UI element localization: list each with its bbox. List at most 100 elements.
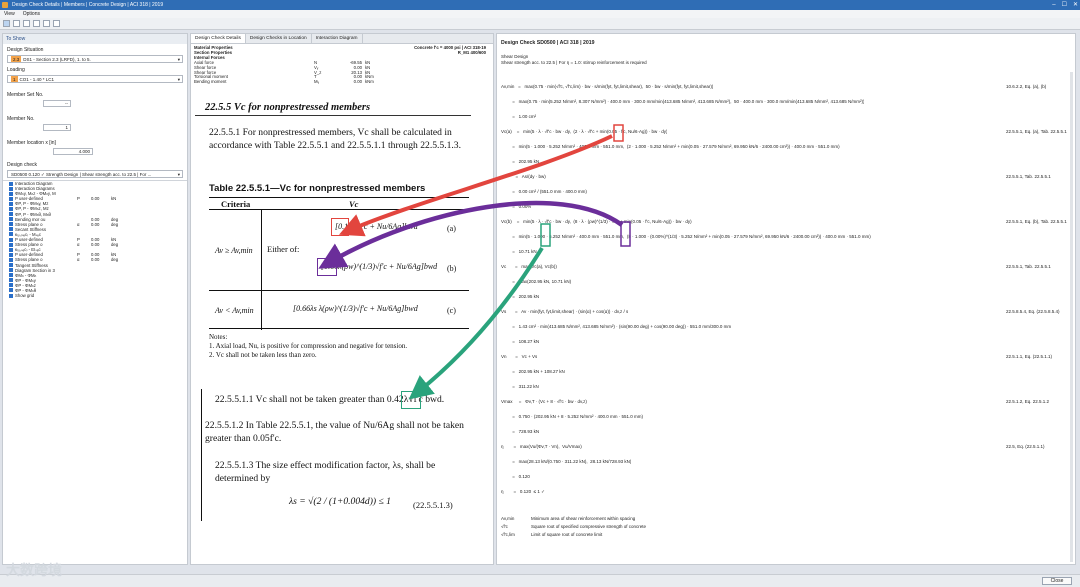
calc-expression: = 202.95 kN: [501, 294, 540, 299]
checkbox-icon[interactable]: [9, 201, 13, 206]
tree-row-symbol: [77, 293, 91, 298]
calc-expression: = 108.27 kN: [501, 339, 540, 344]
report-title: Design Check SD0500 | ACI 318 | 2019: [501, 40, 595, 46]
design-situation-label: Design Situation: [7, 47, 44, 53]
checkbox-icon[interactable]: [9, 247, 13, 252]
property-unit: [486, 56, 493, 61]
close-button[interactable]: Close: [1042, 577, 1072, 585]
checkbox-icon[interactable]: [9, 278, 13, 283]
calc-line: = 0.750 · (202.95 kN + 8 · 5.252 N/mm² ·…: [501, 414, 1071, 420]
checkbox-icon[interactable]: [9, 268, 13, 273]
calc-line: = 202.95 kN: [501, 159, 1071, 165]
calc-line: = max(28.13 kN/(0.750 · 311.22 kN), 28.1…: [501, 459, 1071, 465]
property-unit: kNm: [365, 79, 374, 85]
checkbox-icon[interactable]: [9, 232, 13, 237]
calc-line: Vmax = Φv,T · (Vc + 8 · √f'c · bw · dv,z…: [501, 399, 1071, 405]
note-2: 2. Vc shall not be taken less than zero.: [209, 351, 317, 359]
menu-bar: View Options: [0, 10, 1080, 18]
window-title: Design Check Details | Members | Concret…: [12, 2, 164, 8]
checkbox-icon[interactable]: [9, 283, 13, 288]
eq-c: [0.66λs λ(ρw)^(1/3)√f'c + Nu/6Ag]bwd: [293, 304, 418, 313]
calc-line: ρw = As/(dy · bw) 22.5.5.1, Tab. 22.5.5.1: [501, 174, 1071, 180]
units-icon[interactable]: [33, 20, 40, 27]
calc-expression: = 0.750 · (202.95 kN + 8 · 5.252 N/mm² ·…: [501, 414, 644, 419]
checkbox-icon[interactable]: [9, 186, 13, 191]
report-scrollbar[interactable]: [1070, 72, 1073, 562]
checkbox-icon[interactable]: [9, 288, 13, 293]
settings-icon[interactable]: [43, 20, 50, 27]
tab-design-checks-location[interactable]: Design Checks in Location: [246, 34, 312, 43]
property-symbol: Mᵧ: [314, 79, 319, 85]
lambda-equation: λs = √(2 / (1+0.004d)) ≤ 1: [289, 496, 391, 507]
calculation-report: Design Check SD0500 | ACI 318 | 2019 She…: [496, 33, 1076, 565]
design-check-label: Design check: [7, 162, 38, 168]
tab-design-check-details[interactable]: Design Check Details: [191, 34, 246, 43]
close-window-button[interactable]: ✕: [1073, 0, 1078, 10]
paragraph-22-5-5-1-1: 22.5.5.1.1 Vc shall not be taken greater…: [215, 394, 445, 405]
checkbox-icon[interactable]: [9, 227, 13, 232]
loading-select[interactable]: 1 CO1 - 1.40 * LC1 ▾: [7, 75, 183, 83]
calc-expression: = 0.120: [501, 474, 530, 479]
calc-reference: 22.5.1.1, Eq. (22.5.1.1): [1006, 354, 1053, 359]
location-input[interactable]: 4.000: [53, 148, 93, 155]
calc-expression: Vs = Av · min(fyt, fyt,limit,shear) · (s…: [501, 309, 629, 314]
report-subtitle-2: Shear strength acc. to 22.5 | For η = 1.…: [501, 60, 647, 65]
calc-line: = 1.43 cm² · min(413.685 N/mm², 413.685 …: [501, 324, 1071, 330]
calc-expression: = 1.00 cm²: [501, 114, 537, 119]
tree-row-value: [91, 293, 111, 298]
design-check-value: SD0500 0.120 ✓ Strength Design | Shear s…: [11, 172, 152, 177]
design-check-select[interactable]: SD0500 0.120 ✓ Strength Design | Shear s…: [7, 170, 183, 178]
checkbox-icon[interactable]: [9, 191, 13, 196]
minimize-button[interactable]: –: [1052, 0, 1055, 10]
menu-options[interactable]: Options: [23, 10, 40, 18]
highlight-red-box: [331, 218, 349, 236]
filter-icon[interactable]: [13, 20, 20, 27]
calc-line: = 311.22 kN: [501, 384, 1071, 390]
checkbox-icon[interactable]: [9, 293, 13, 298]
select-tool-icon[interactable]: [3, 20, 10, 27]
tag-c: (c): [447, 306, 456, 315]
checkbox-icon[interactable]: [9, 212, 13, 217]
checkbox-icon[interactable]: [9, 273, 13, 278]
paragraph-22-5-5-1-3: 22.5.5.1.3 The size effect modification …: [215, 460, 436, 484]
design-situation-select[interactable]: 2.3 DS1 - Section 2.3 (LRFD), 1. to 5. ▾: [7, 55, 183, 63]
calc-line: = 0.120: [501, 474, 1071, 480]
checkbox-icon[interactable]: [9, 222, 13, 227]
calc-expression: = 0.00 cm² / (551.0 mm · 400.0 mm): [501, 189, 587, 194]
calc-expression: Av,min = max(0.75 · min(√f'c, √f'c,lim) …: [501, 84, 714, 89]
checkbox-icon[interactable]: [9, 196, 13, 201]
calc-line: = 108.27 kN: [501, 339, 1071, 345]
chevron-down-icon: ▾: [177, 57, 180, 62]
checkbox-icon[interactable]: [9, 237, 13, 242]
lambda-equation-tag: (22.5.5.1.3): [413, 500, 453, 510]
checkbox-icon[interactable]: [9, 257, 13, 262]
calc-expression: = 1.43 cm² · min(413.685 N/mm², 413.685 …: [501, 324, 732, 329]
calc-line: = 728.93 kN: [501, 429, 1071, 435]
checkbox-icon[interactable]: [9, 263, 13, 267]
calc-reference: 22.5.5.1, Tab. 22.5.5.1: [1006, 174, 1051, 179]
checkbox-icon[interactable]: [9, 181, 13, 186]
calc-expression: = min(5 · 1.000 · 5.252 N/mm² · 400.0 mm…: [501, 234, 871, 239]
calc-expression: Vn = Vc + Vs: [501, 354, 538, 359]
properties-table: Material Properties Concrete f'c = 4000 p…: [191, 44, 493, 87]
maximize-button[interactable]: ☐: [1062, 0, 1067, 10]
tree-view-icon[interactable]: [23, 20, 30, 27]
checkbox-icon[interactable]: [9, 252, 13, 257]
member-set-label: Member Set No.: [7, 92, 44, 98]
calc-expression: = max(0.75 · min(5.252 N/mm², 8.307 N/mm…: [501, 99, 865, 104]
paragraph-22-5-5-1-2: 22.5.5.1.2 In Table 22.5.5.1, the value …: [205, 420, 464, 444]
calc-expression: = 0.00%: [501, 204, 532, 209]
menu-view[interactable]: View: [4, 10, 15, 18]
tab-interaction-diagram[interactable]: Interaction Diagram: [312, 34, 363, 43]
checkbox-icon[interactable]: [9, 217, 13, 222]
status-bar: Close: [0, 574, 1080, 587]
checkbox-icon[interactable]: [9, 242, 13, 247]
checkbox-icon[interactable]: [9, 206, 13, 211]
tree-row[interactable]: Show grid: [3, 293, 187, 298]
member-set-input[interactable]: --: [43, 100, 71, 107]
col-criteria: Criteria: [221, 199, 251, 209]
member-input[interactable]: 1: [43, 124, 71, 131]
legend-row: Av,min Minimum area of shear reinforcemen…: [501, 516, 635, 521]
calc-expression: = 202.95 kN + 108.27 kN: [501, 369, 565, 374]
export-icon[interactable]: [53, 20, 60, 27]
